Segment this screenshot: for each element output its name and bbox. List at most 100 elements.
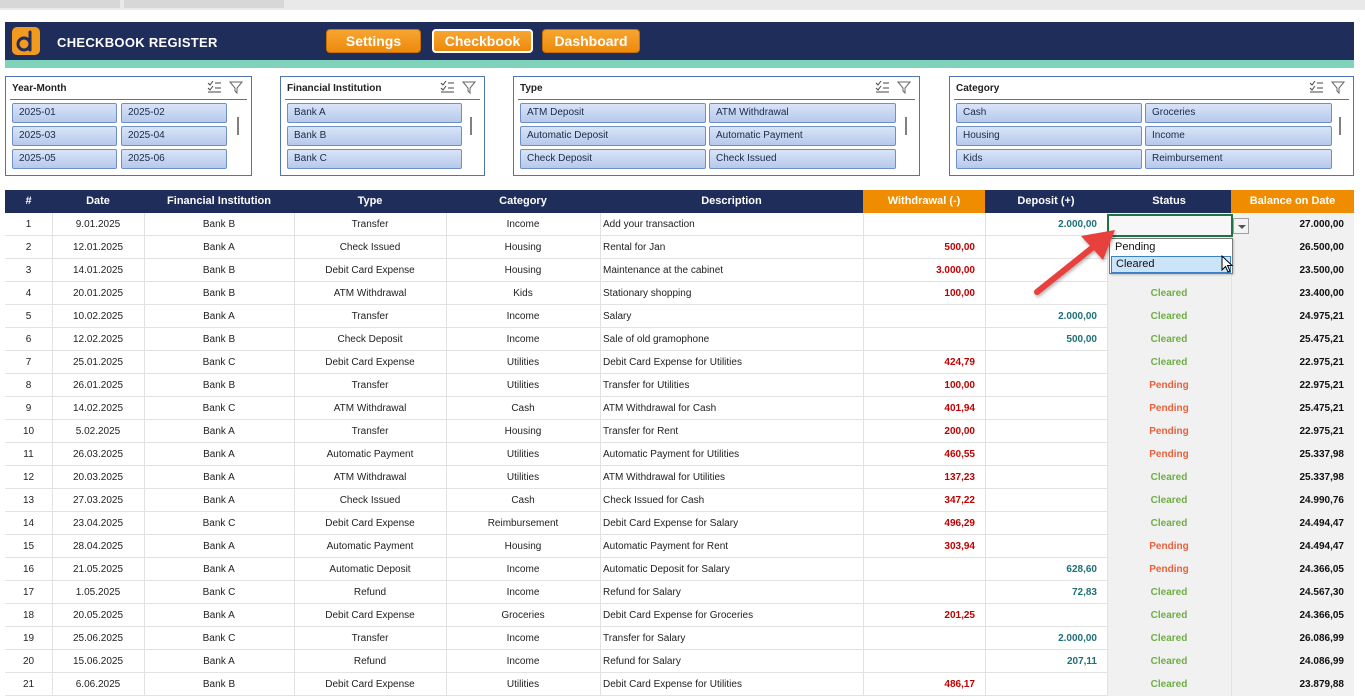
cell-withdrawal[interactable] (863, 558, 985, 581)
cell-num[interactable]: 9 (5, 397, 52, 420)
cell-balance[interactable]: 25.337,98 (1231, 443, 1354, 466)
cell-category[interactable]: Utilities (446, 351, 600, 374)
slicer-item[interactable]: Housing (956, 126, 1142, 146)
cell-category[interactable]: Income (446, 305, 600, 328)
cell-type[interactable]: Automatic Payment (294, 443, 446, 466)
cell-withdrawal[interactable]: 200,00 (863, 420, 985, 443)
cell-status[interactable]: Cleared (1107, 328, 1231, 351)
cell-type[interactable]: Debit Card Expense (294, 512, 446, 535)
cell-deposit[interactable] (985, 420, 1107, 443)
col-header-balance[interactable]: Balance on Date (1231, 190, 1354, 213)
cell-deposit[interactable]: 2.000,00 (985, 627, 1107, 650)
cell-category[interactable]: Income (446, 213, 600, 236)
cell-category[interactable]: Income (446, 581, 600, 604)
col-header-num[interactable]: # (5, 190, 52, 213)
cell-withdrawal[interactable]: 201,25 (863, 604, 985, 627)
cell-type[interactable]: Debit Card Expense (294, 259, 446, 282)
cell-status[interactable]: Cleared (1107, 604, 1231, 627)
cell-balance[interactable]: 24.366,05 (1231, 558, 1354, 581)
cell-type[interactable]: Transfer (294, 213, 446, 236)
cell-withdrawal[interactable]: 496,29 (863, 512, 985, 535)
cell-type[interactable]: Transfer (294, 627, 446, 650)
cell-institution[interactable]: Bank A (144, 650, 294, 673)
cell-deposit[interactable] (985, 374, 1107, 397)
cell-institution[interactable]: Bank B (144, 328, 294, 351)
cell-institution[interactable]: Bank A (144, 604, 294, 627)
cell-type[interactable]: Refund (294, 581, 446, 604)
slicer-item[interactable]: Automatic Payment (709, 126, 896, 146)
cell-balance[interactable]: 22.975,21 (1231, 374, 1354, 397)
cell-deposit[interactable]: 207,11 (985, 650, 1107, 673)
cell-num[interactable]: 17 (5, 581, 52, 604)
slicer-item[interactable]: Automatic Deposit (520, 126, 706, 146)
cell-description[interactable]: Check Issued for Cash (600, 489, 863, 512)
slicer-item[interactable]: Bank B (287, 126, 462, 146)
cell-description[interactable]: Debit Card Expense for Utilities (600, 351, 863, 374)
cell-category[interactable]: Housing (446, 236, 600, 259)
multi-select-icon[interactable] (1309, 81, 1323, 93)
col-header-description[interactable]: Description (600, 190, 863, 213)
cell-num[interactable]: 10 (5, 420, 52, 443)
cell-description[interactable]: Debit Card Expense for Groceries (600, 604, 863, 627)
selected-status-cell[interactable] (1107, 214, 1233, 237)
cell-balance[interactable]: 24.975,21 (1231, 305, 1354, 328)
cell-status[interactable]: Cleared (1107, 466, 1231, 489)
dashboard-button[interactable]: Dashboard (542, 29, 640, 53)
clear-filter-icon[interactable] (229, 81, 243, 94)
cell-type[interactable]: Transfer (294, 305, 446, 328)
cell-date[interactable]: 1.05.2025 (52, 581, 144, 604)
cell-withdrawal[interactable] (863, 650, 985, 673)
cell-description[interactable]: Debit Card Expense for Utilities (600, 673, 863, 696)
slicer-item[interactable]: 2025-03 (12, 126, 117, 146)
cell-balance[interactable]: 24.494,47 (1231, 512, 1354, 535)
cell-balance[interactable]: 24.086,99 (1231, 650, 1354, 673)
cell-category[interactable]: Income (446, 627, 600, 650)
cell-category[interactable]: Utilities (446, 673, 600, 696)
cell-type[interactable]: Debit Card Expense (294, 351, 446, 374)
cell-balance[interactable]: 23.400,00 (1231, 282, 1354, 305)
slicer-item[interactable]: Check Issued (709, 149, 896, 169)
cell-num[interactable]: 11 (5, 443, 52, 466)
cell-withdrawal[interactable]: 500,00 (863, 236, 985, 259)
slicer-item[interactable]: Income (1145, 126, 1332, 146)
cell-date[interactable]: 12.01.2025 (52, 236, 144, 259)
slicer-item[interactable]: ATM Withdrawal (709, 103, 896, 123)
cell-num[interactable]: 12 (5, 466, 52, 489)
col-header-status[interactable]: Status (1107, 190, 1231, 213)
cell-withdrawal[interactable]: 460,55 (863, 443, 985, 466)
col-header-category[interactable]: Category (446, 190, 600, 213)
cell-institution[interactable]: Bank A (144, 236, 294, 259)
cell-num[interactable]: 4 (5, 282, 52, 305)
cell-date[interactable]: 20.01.2025 (52, 282, 144, 305)
cell-balance[interactable]: 24.494,47 (1231, 535, 1354, 558)
col-header-date[interactable]: Date (52, 190, 144, 213)
cell-type[interactable]: Check Issued (294, 236, 446, 259)
cell-status[interactable]: Cleared (1107, 351, 1231, 374)
cell-status[interactable]: Pending (1107, 558, 1231, 581)
cell-balance[interactable]: 27.000,00 (1231, 213, 1354, 236)
cell-type[interactable]: Automatic Payment (294, 535, 446, 558)
slicer-item[interactable]: 2025-06 (121, 149, 227, 169)
cell-institution[interactable]: Bank A (144, 305, 294, 328)
cell-description[interactable]: Transfer for Salary (600, 627, 863, 650)
cell-institution[interactable]: Bank C (144, 581, 294, 604)
cell-status[interactable]: Pending (1107, 443, 1231, 466)
cell-institution[interactable]: Bank A (144, 489, 294, 512)
cell-description[interactable]: Add your transaction (600, 213, 863, 236)
cell-balance[interactable]: 25.337,98 (1231, 466, 1354, 489)
cell-institution[interactable]: Bank B (144, 374, 294, 397)
cell-status[interactable]: Cleared (1107, 627, 1231, 650)
cell-institution[interactable]: Bank A (144, 558, 294, 581)
cell-deposit[interactable] (985, 604, 1107, 627)
cell-description[interactable]: Rental for Jan (600, 236, 863, 259)
cell-num[interactable]: 1 (5, 213, 52, 236)
cell-deposit[interactable] (985, 443, 1107, 466)
cell-description[interactable]: Sale of old gramophone (600, 328, 863, 351)
cell-type[interactable]: ATM Withdrawal (294, 466, 446, 489)
col-header-type[interactable]: Type (294, 190, 446, 213)
cell-category[interactable]: Cash (446, 489, 600, 512)
cell-deposit[interactable] (985, 466, 1107, 489)
cell-status[interactable]: Pending (1107, 397, 1231, 420)
cell-num[interactable]: 7 (5, 351, 52, 374)
cell-deposit[interactable] (985, 535, 1107, 558)
